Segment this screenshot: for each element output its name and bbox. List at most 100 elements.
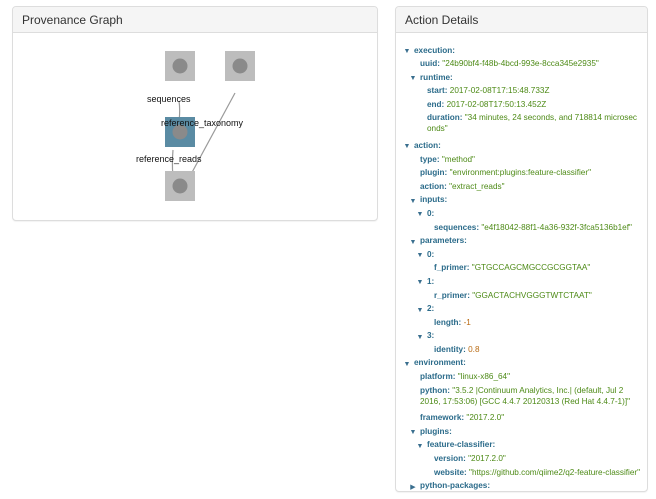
tree-key-action-name: action:	[420, 181, 447, 191]
tree-row-identity: identity: 0.8	[396, 342, 647, 356]
tree-key-param-3: 3:	[427, 331, 435, 341]
tree-row-framework: framework: "2017.2.0"	[396, 411, 647, 425]
tree-value-f-primer: "GTGCCAGCMGCCGCGGTAA"	[471, 263, 591, 273]
tree-value-python: "3.5.2 |Continuum Analytics, Inc.| (defa…	[420, 385, 631, 406]
tree-row-param-1[interactable]: ▼ 1:	[396, 274, 647, 288]
tree-row-sequences: sequences: "e4f18042-88f1-4a36-932f-3fca…	[396, 220, 647, 234]
expanded-chevron-icon[interactable]: ▼	[416, 277, 424, 288]
tree-value-version: "2017.2.0"	[468, 453, 506, 463]
tree-key-platform: platform:	[420, 372, 456, 382]
tree-row-environment[interactable]: ▼ environment:	[396, 356, 647, 370]
tree-value-sequences: "e4f18042-88f1-4a36-932f-3fca5136b1ef"	[481, 222, 632, 232]
expanded-chevron-icon[interactable]: ▼	[416, 305, 424, 316]
tree-row-python-packages[interactable]: ▶ python-packages:	[396, 479, 647, 491]
tree-row-param-2[interactable]: ▼ 2:	[396, 302, 647, 316]
tree-key-uuid: uuid:	[420, 59, 441, 69]
tree-row-platform: platform: "linux-x86_64"	[396, 370, 647, 384]
tree-key-execution: execution:	[414, 45, 455, 55]
graph-node-reference-taxonomy-dot	[232, 58, 248, 74]
tree-row-runtime[interactable]: ▼ runtime:	[396, 70, 647, 84]
action-details-tree: ▼ execution: uuid: "24b90bf4-f48b-4bcd-9…	[396, 39, 647, 491]
tree-row-param-0[interactable]: ▼ 0:	[396, 247, 647, 261]
tree-row-feature-classifier[interactable]: ▼ feature-classifier:	[396, 438, 647, 452]
edge-label-reference-taxonomy: reference_taxonomy	[161, 118, 244, 128]
expanded-chevron-icon[interactable]: ▼	[409, 237, 417, 248]
expanded-chevron-icon[interactable]: ▼	[403, 141, 411, 152]
tree-value-action-name: "extract_reads"	[449, 181, 505, 191]
expanded-chevron-icon[interactable]: ▼	[416, 441, 424, 452]
tree-row-website: website: "https://github.com/qiime2/q2-f…	[396, 465, 647, 479]
tree-key-param-1: 1:	[427, 276, 435, 286]
provenance-graph-panel: Provenance Graph sequences reference_tax…	[12, 6, 378, 221]
tree-key-plugins: plugins:	[420, 426, 452, 436]
tree-value-start: 2017-02-08T17:15:48.733Z	[449, 86, 550, 96]
tree-key-start: start:	[427, 86, 448, 96]
tree-row-execution[interactable]: ▼ execution:	[396, 43, 647, 57]
expanded-chevron-icon[interactable]: ▼	[403, 46, 411, 57]
tree-row-length: length: -1	[396, 315, 647, 329]
tree-row-inputs-0[interactable]: ▼ 0:	[396, 206, 647, 220]
provenance-graph-canvas[interactable]: sequences reference_taxonomy reference_r…	[13, 34, 378, 221]
tree-row-version: version: "2017.2.0"	[396, 451, 647, 465]
tree-key-inputs-0: 0:	[427, 208, 435, 218]
tree-row-python: python: "3.5.2 |Continuum Analytics, Inc…	[396, 383, 647, 408]
tree-row-inputs[interactable]: ▼ inputs:	[396, 193, 647, 207]
tree-key-parameters: parameters:	[420, 236, 467, 246]
tree-key-python: python:	[420, 385, 451, 395]
collapsed-chevron-icon[interactable]: ▶	[409, 482, 417, 491]
tree-row-f-primer: f_primer: "GTGCCAGCMGCCGCGGTAA"	[396, 261, 647, 275]
tree-key-python-packages: python-packages:	[420, 481, 491, 491]
tree-key-param-0: 0:	[427, 249, 435, 259]
expanded-chevron-icon[interactable]: ▼	[416, 332, 424, 343]
tree-row-r-primer: r_primer: "GGACTACHVGGGTWTCTAAT"	[396, 288, 647, 302]
graph-node-output-dot	[172, 178, 188, 194]
tree-row-end: end: 2017-02-08T17:50:13.452Z	[396, 97, 647, 111]
tree-value-plugin: "environment:plugins:feature-classifier"	[449, 168, 591, 178]
tree-key-r-primer: r_primer:	[434, 290, 470, 300]
edge-label-sequences: sequences	[147, 94, 191, 104]
tree-key-environment: environment:	[414, 358, 466, 368]
tree-row-duration: duration: "34 minutes, 24 seconds, and 7…	[396, 111, 647, 136]
graph-node-sequences-dot	[172, 58, 188, 74]
tree-row-param-3[interactable]: ▼ 3:	[396, 329, 647, 343]
tree-value-type: "method"	[441, 154, 475, 164]
tree-key-framework: framework:	[420, 413, 465, 423]
action-details-title: Action Details	[396, 7, 647, 33]
expanded-chevron-icon[interactable]: ▼	[416, 209, 424, 220]
tree-value-length: -1	[463, 317, 471, 327]
expanded-chevron-icon[interactable]: ▼	[403, 359, 411, 370]
provenance-graph-title: Provenance Graph	[13, 7, 377, 33]
tree-key-length: length:	[434, 317, 462, 327]
tree-value-r-primer: "GGACTACHVGGGTWTCTAAT"	[472, 290, 592, 300]
tree-value-end: 2017-02-08T17:50:13.452Z	[446, 99, 547, 109]
tree-key-action: action:	[414, 140, 441, 150]
expanded-chevron-icon[interactable]: ▼	[409, 73, 417, 84]
action-details-panel: Action Details ▼ execution: uuid: "24b90…	[395, 6, 648, 492]
tree-key-runtime: runtime:	[420, 72, 453, 82]
expanded-chevron-icon[interactable]: ▼	[409, 427, 417, 438]
expanded-chevron-icon[interactable]: ▼	[416, 250, 424, 261]
tree-value-website: "https://github.com/qiime2/q2-feature-cl…	[469, 467, 641, 477]
tree-key-inputs: inputs:	[420, 195, 448, 205]
tree-row-parameters[interactable]: ▼ parameters:	[396, 234, 647, 248]
tree-key-end: end:	[427, 99, 445, 109]
tree-key-sequences: sequences:	[434, 222, 480, 232]
tree-value-framework: "2017.2.0"	[466, 413, 505, 423]
tree-row-action-name: action: "extract_reads"	[396, 179, 647, 193]
expanded-chevron-icon[interactable]: ▼	[409, 196, 417, 207]
tree-row-type: type: "method"	[396, 152, 647, 166]
tree-key-version: version:	[434, 453, 466, 463]
tree-key-plugin: plugin:	[420, 168, 448, 178]
tree-row-plugins[interactable]: ▼ plugins:	[396, 424, 647, 438]
tree-key-type: type:	[420, 154, 440, 164]
tree-row-uuid: uuid: "24b90bf4-f48b-4bcd-993e-8cca345e2…	[396, 57, 647, 71]
tree-key-website: website:	[434, 467, 467, 477]
tree-row-plugin: plugin: "environment:plugins:feature-cla…	[396, 166, 647, 180]
tree-key-identity: identity:	[434, 344, 466, 354]
tree-value-identity: 0.8	[468, 344, 480, 354]
tree-row-action[interactable]: ▼ action:	[396, 138, 647, 152]
tree-value-platform: "linux-x86_64"	[457, 372, 511, 382]
edge-label-reference-reads: reference_reads	[136, 154, 202, 164]
tree-key-param-2: 2:	[427, 304, 435, 314]
tree-value-uuid: "24b90bf4-f48b-4bcd-993e-8cca345e2935"	[442, 59, 599, 69]
